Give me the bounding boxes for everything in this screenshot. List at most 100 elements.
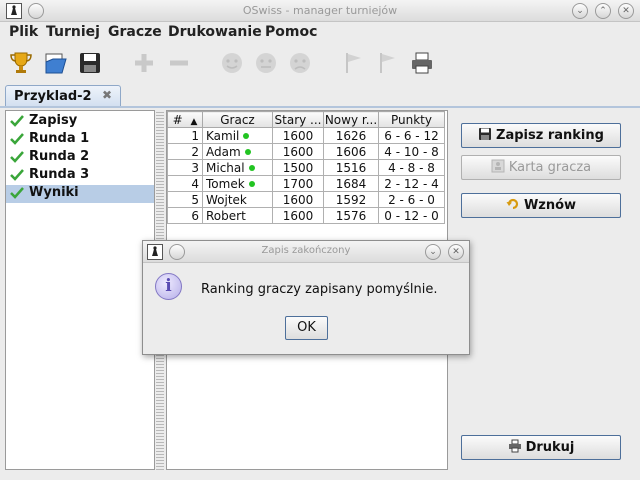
header-label: # [172,112,183,127]
info-icon: i [155,273,182,300]
tree-item-wyniki[interactable]: Wyniki [6,185,154,203]
print-button[interactable]: Drukuj [461,435,621,460]
cell-player-text: Michal [206,160,245,175]
cell-old-rating: 1600 [272,127,324,144]
save-ranking-button[interactable]: Zapisz ranking [461,123,621,148]
cell-player-text: Adam [206,144,241,159]
cell-points: 4 - 10 - 8 [378,143,445,160]
active-status-dot [248,180,255,187]
cell-new-rating-text: 1606 [335,144,367,159]
table-row[interactable]: 4 Tomek 1700 1684 2 - 12 - 4 [167,175,445,192]
cell-points-text: 2 - 12 - 4 [384,176,439,191]
cell-number-text: 2 [191,144,199,159]
print-icon [508,439,521,453]
cell-old-rating-text: 1500 [282,160,314,175]
maximize-button[interactable]: ⌃ [595,3,611,19]
close-tab-icon[interactable]: ✖ [102,88,112,102]
print-label: Drukuj [525,440,575,455]
menu-drukowanie[interactable]: Drukowanie [168,24,262,40]
trophy-icon[interactable] [8,50,34,76]
column-header-points[interactable]: Punkty [378,111,445,128]
cell-new-rating-text: 1684 [335,176,367,191]
tree-item-label: Runda 1 [29,131,90,146]
rounds-tree: Zapisy Runda 1 Runda 2 Runda 3 Wyniki [5,110,155,470]
face-icon[interactable] [219,50,245,76]
cell-player: Kamil [202,127,273,144]
menu-gracze[interactable]: Gracze [108,24,162,40]
active-status-dot [248,164,255,171]
table-row[interactable]: 6 Robert 1600 1576 0 - 12 - 0 [167,207,445,224]
cell-number: 1 [167,127,203,144]
menu-turniej[interactable]: Turniej [46,24,100,40]
player-card-button[interactable]: Karta gracza [461,155,621,180]
cell-number-text: 3 [191,160,199,175]
tree-item-runda-2[interactable]: Runda 2 [6,149,154,167]
check-icon [10,115,24,127]
tab-underline [0,106,640,108]
cell-new-rating: 1592 [323,191,379,208]
cell-number-text: 1 [191,128,199,143]
check-icon [10,151,24,163]
print-icon[interactable] [409,50,435,76]
check-icon [10,133,24,145]
cell-old-rating-text: 1600 [282,208,314,223]
toolbar [0,46,640,80]
close-button[interactable]: ✕ [618,3,634,19]
menu-pomoc[interactable]: Pomoc [265,24,317,40]
open-file-icon[interactable] [43,50,69,76]
player-card-label: Karta gracza [508,160,592,175]
face-icon[interactable] [287,50,313,76]
tab-przyklad-2[interactable]: Przyklad-2 ✖ [5,85,121,107]
cell-points: 0 - 12 - 0 [378,207,445,224]
minimize-button[interactable]: ⌄ [572,3,588,19]
cell-points-text: 4 - 8 - 8 [388,160,435,175]
flag-icon[interactable] [341,50,367,76]
table-row[interactable]: 1 Kamil 1600 1626 6 - 6 - 12 [167,127,445,144]
cell-number-text: 4 [191,176,199,191]
flag-icon[interactable] [375,50,401,76]
face-icon[interactable] [253,50,279,76]
resume-button[interactable]: Wznów [461,193,621,218]
ok-button[interactable]: OK [285,316,328,340]
save-complete-dialog: Zapis zakończony ⌄ ✕ i Ranking graczy za… [142,240,470,355]
cell-number-text: 5 [191,192,199,207]
column-header-old-rating[interactable]: Stary ... [272,111,324,128]
dialog-message: Ranking graczy zapisany pomyślnie. [201,282,438,297]
cell-old-rating: 1600 [272,143,324,160]
cell-number-text: 6 [191,208,199,223]
menu-plik[interactable]: Plik [9,24,38,40]
cell-number: 2 [167,143,203,160]
cell-new-rating: 1684 [323,175,379,192]
action-panel: Zapisz ranking Karta gracza Wznów Drukuj [452,110,634,470]
dialog-minimize-button[interactable]: ⌄ [425,244,441,260]
tree-item-label: Zapisy [29,113,78,128]
cell-player: Michal [202,159,273,176]
cell-number: 6 [167,207,203,224]
cell-new-rating-text: 1592 [335,192,367,207]
tree-item-label: Runda 2 [29,149,90,164]
window-title: OSwiss - manager turniejów [242,4,398,17]
remove-icon[interactable] [166,50,192,76]
cell-old-rating: 1700 [272,175,324,192]
cell-player-text: Tomek [206,176,245,191]
tree-item-label: Runda 3 [29,167,90,182]
resume-label: Wznów [523,198,577,213]
table-row[interactable]: 3 Michal 1500 1516 4 - 8 - 8 [167,159,445,176]
cell-player: Robert [202,207,273,224]
table-row[interactable]: 2 Adam 1600 1606 4 - 10 - 8 [167,143,445,160]
table-row[interactable]: 5 Wojtek 1600 1592 2 - 6 - 0 [167,191,445,208]
save-icon [479,128,492,140]
cell-player: Wojtek [202,191,273,208]
dialog-close-button[interactable]: ✕ [448,244,464,260]
save-icon[interactable] [77,50,103,76]
column-header-number[interactable]: # ▲ [167,111,203,128]
tree-item-runda-3[interactable]: Runda 3 [6,167,154,185]
title-bar: OSwiss - manager turniejów ⌄ ⌃ ✕ [0,0,640,22]
cell-new-rating: 1606 [323,143,379,160]
column-header-player[interactable]: Gracz [202,111,273,128]
check-icon [10,169,24,181]
add-icon[interactable] [131,50,157,76]
column-header-new-rating[interactable]: Nowy r... [323,111,379,128]
tree-item-zapisy[interactable]: Zapisy [6,113,154,131]
tree-item-runda-1[interactable]: Runda 1 [6,131,154,149]
